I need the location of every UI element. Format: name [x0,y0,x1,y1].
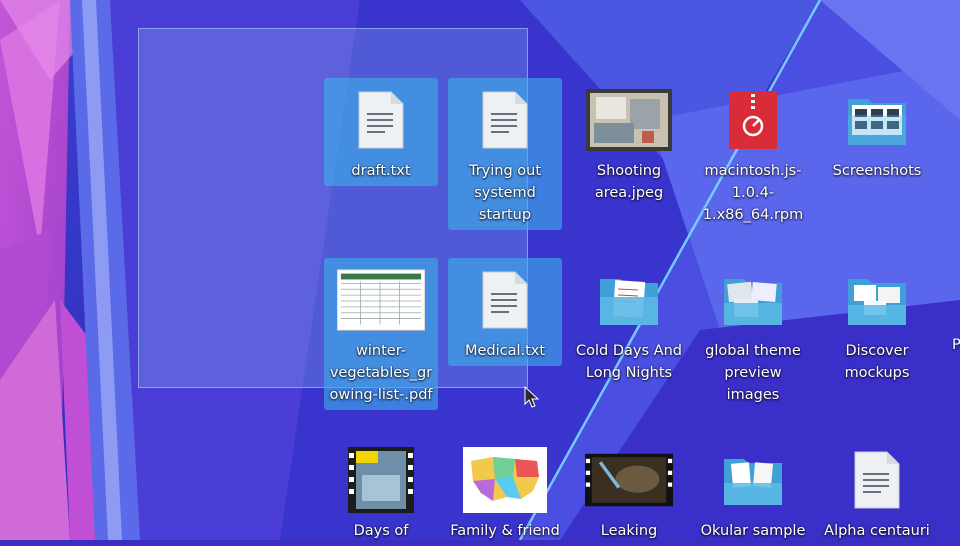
folder-icon [833,264,921,336]
folder-icon [709,444,797,516]
icon-label: Cold Days And Long Nights [576,343,682,381]
icon-label: winter-vegetables_growing-list-.pdf [329,343,433,403]
offscreen-icon-label[interactable]: P [952,334,960,356]
desktop-icon-discover-mockups[interactable]: Discover mockups [820,258,934,388]
desktop-icon-days-of[interactable]: Days of [324,438,438,546]
photo-thumbnail [585,84,673,156]
video-thumbnail [585,444,673,516]
icon-label: Discover mockups [844,343,910,381]
rpm-package-icon [709,84,797,156]
desktop-icon-leaking[interactable]: Leaking [572,438,686,546]
desktop-icon-draft-txt[interactable]: draft.txt [324,78,438,186]
desktop-icon-global-theme[interactable]: global theme preview images [696,258,810,410]
pdf-thumbnail [337,264,425,336]
icon-label: global theme preview images [705,343,801,403]
icon-label: Okular sample [700,523,806,539]
icon-label: Shooting area.jpeg [594,163,664,201]
desktop-icon-screenshots[interactable]: Screenshots [820,78,934,186]
desktop-icon-medical-txt[interactable]: Medical.txt [448,258,562,366]
icon-label: Family & friend [450,523,560,539]
icon-label: Days of [353,523,409,539]
folder-icon [585,264,673,336]
text-file-icon [461,264,549,336]
text-file-icon [461,84,549,156]
mouse-cursor-icon [524,386,540,408]
desktop-icon-winter-vegetables-pdf[interactable]: winter-vegetables_growing-list-.pdf [324,258,438,410]
icon-label: Leaking [600,523,658,539]
map-thumbnail [461,444,549,516]
folder-icon [709,264,797,336]
icon-label: Screenshots [832,163,922,179]
desktop-icon-macintosh-rpm[interactable]: macintosh.js-1.0.4-1.x86_64.rpm [696,78,810,230]
icon-label: Medical.txt [464,343,546,359]
icon-label: Trying out systemd startup [468,163,542,223]
desktop-icon-cold-days[interactable]: Cold Days And Long Nights [572,258,686,388]
desktop-icon-trying-out-systemd[interactable]: Trying out systemd startup [448,78,562,230]
text-file-icon [833,444,921,516]
icon-label: Alpha centauri [824,523,930,539]
desktop-icon-okular-sample[interactable]: Okular sample [696,438,810,546]
folder-icon [833,84,921,156]
icon-label: macintosh.js-1.0.4-1.x86_64.rpm [702,163,804,223]
desktop-icon-shooting-area[interactable]: Shooting area.jpeg [572,78,686,208]
desktop-icon-alpha-centauri[interactable]: Alpha centauri [820,438,934,546]
desktop-icon-family-friend[interactable]: Family & friend [448,438,562,546]
video-thumbnail [337,444,425,516]
icon-label: draft.txt [351,163,411,179]
text-file-icon [337,84,425,156]
